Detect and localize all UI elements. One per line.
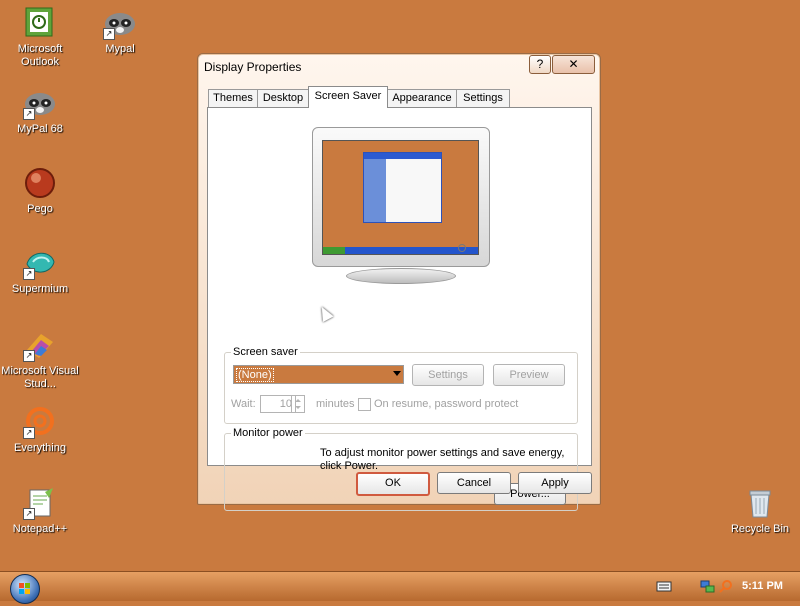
- monitor-stand: [346, 268, 456, 284]
- desktop-icon-visual-studio[interactable]: ↗ Microsoft Visual Stud...: [0, 328, 80, 391]
- search-icon[interactable]: [718, 579, 734, 593]
- screen-saver-tab-panel: Screen saver (None) Settings Preview Wai…: [207, 107, 592, 511]
- tab-screen-saver[interactable]: Screen Saver: [308, 86, 388, 108]
- screen-saver-group-label: Screen saver: [231, 346, 300, 358]
- desktop-icon-label: Everything: [14, 442, 66, 454]
- preview-screen: [322, 140, 479, 255]
- tab-themes[interactable]: Themes: [208, 89, 258, 107]
- desktop-icon-label: Notepad++: [12, 523, 68, 535]
- monitor-power-group-label: Monitor power: [231, 427, 305, 439]
- help-icon: ?: [536, 57, 544, 71]
- apply-button[interactable]: Apply: [518, 472, 592, 494]
- shortcut-arrow-icon: ↗: [23, 268, 35, 280]
- desktop-icon-label: Mypal: [105, 43, 135, 55]
- password-protect-label: On resume, password protect: [374, 398, 519, 410]
- tab-label: Appearance: [392, 92, 452, 104]
- everything-icon: ↗: [23, 405, 57, 439]
- desktop-icon-label: Pego: [27, 203, 53, 215]
- tab-label: Settings: [463, 92, 503, 104]
- cancel-button[interactable]: Cancel: [437, 472, 511, 494]
- desktop-icon-outlook[interactable]: Microsoft Outlook: [0, 6, 80, 69]
- tab-desktop[interactable]: Desktop: [257, 89, 309, 107]
- screen-saver-select-value: (None): [236, 368, 274, 382]
- desktop-icon-mypal68[interactable]: ↗ MyPal 68: [0, 86, 80, 136]
- desktop-icon-label: Recycle Bin: [730, 523, 790, 535]
- screen-saver-select[interactable]: (None): [233, 365, 404, 384]
- wait-spinner-arrows-icon[interactable]: [291, 395, 305, 413]
- tab-label: Desktop: [262, 92, 304, 104]
- dialog-titlebar[interactable]: Display Properties ? ✕: [198, 54, 600, 78]
- monitor-power-description: To adjust monitor power settings and sav…: [320, 447, 565, 472]
- desktop-icon-label: Microsoft Visual Stud...: [1, 365, 79, 390]
- desktop-icon-mypal[interactable]: ↗ Mypal: [80, 6, 160, 56]
- desktop-icon-everything[interactable]: ↗ Everything: [0, 405, 80, 455]
- pego-icon: [23, 166, 57, 200]
- display-properties-dialog: Display Properties ? ✕ Themes Desktop Sc…: [197, 53, 601, 511]
- tab-appearance[interactable]: Appearance: [387, 89, 457, 107]
- close-icon: ✕: [568, 57, 579, 71]
- screen-saver-group: Screen saver (None) Settings Preview Wai…: [224, 346, 578, 424]
- tab-label: Themes: [213, 92, 253, 104]
- wait-label: Wait:: [231, 398, 256, 410]
- network-icon[interactable]: [700, 579, 716, 593]
- help-button[interactable]: ?: [529, 55, 551, 74]
- outlook-icon: [23, 6, 57, 40]
- notepad-plus-plus-icon: ↗: [23, 486, 57, 520]
- screen-saver-settings-button[interactable]: Settings: [412, 364, 484, 386]
- desktop-icon-label: Supermium: [11, 283, 69, 295]
- shortcut-arrow-icon: ↗: [23, 508, 35, 520]
- mypal-icon: ↗: [103, 6, 137, 40]
- desktop-icon-notepadpp[interactable]: ↗ Notepad++: [0, 486, 80, 536]
- preview-window-thumbnail: [363, 152, 442, 223]
- desktop-icon-recycle-bin[interactable]: Recycle Bin: [720, 486, 800, 536]
- screen-saver-preview-button[interactable]: Preview: [493, 364, 565, 386]
- minutes-label: minutes: [316, 398, 355, 410]
- tab-label: Screen Saver: [314, 90, 382, 102]
- shortcut-arrow-icon: ↗: [103, 28, 115, 40]
- ok-button[interactable]: OK: [356, 472, 430, 496]
- dialog-title: Display Properties: [204, 60, 302, 74]
- recycle-bin-icon: [743, 486, 777, 520]
- keyboard-icon[interactable]: [656, 579, 672, 593]
- visual-studio-icon: ↗: [23, 328, 57, 362]
- shortcut-arrow-icon: ↗: [23, 350, 35, 362]
- desktop-icon-pego[interactable]: Pego: [0, 166, 80, 216]
- password-protect-checkbox[interactable]: [358, 398, 371, 411]
- chevron-down-icon[interactable]: [393, 371, 401, 376]
- tab-settings[interactable]: Settings: [456, 89, 510, 107]
- close-button[interactable]: ✕: [552, 55, 595, 74]
- taskbar: 5:11 PM: [0, 571, 800, 604]
- mypal-icon: ↗: [23, 86, 57, 120]
- monitor-power-led: [458, 244, 466, 252]
- desktop-icon-label: Microsoft Outlook: [17, 43, 63, 68]
- shortcut-arrow-icon: ↗: [23, 108, 35, 120]
- preview-taskbar-thumbnail: [323, 247, 478, 254]
- shortcut-arrow-icon: ↗: [23, 427, 35, 439]
- monitor-preview: [312, 127, 490, 267]
- supermium-icon: ↗: [23, 246, 57, 280]
- desktop-icon-supermium[interactable]: ↗ Supermium: [0, 246, 80, 296]
- taskbar-clock[interactable]: 5:11 PM: [742, 580, 783, 592]
- preview-start-thumbnail: [323, 247, 345, 254]
- desktop-icon-label: MyPal 68: [17, 123, 63, 135]
- windows-logo-icon: [19, 583, 30, 594]
